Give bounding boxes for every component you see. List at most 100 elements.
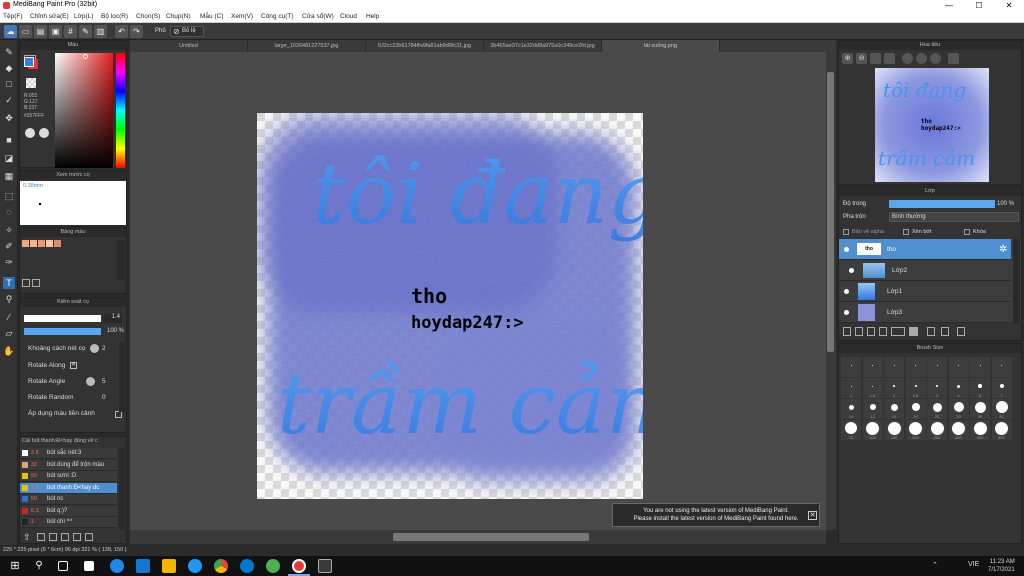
brush-size-cell[interactable]: 100 [862,420,883,440]
hand-tool-icon[interactable]: ✋ [3,345,15,357]
brush-size-value[interactable]: 1.4 [104,314,122,323]
layer-opacity-value[interactable]: 100 % [997,201,1014,207]
brush-size-cell[interactable] [927,357,947,377]
palette-swatch[interactable] [38,240,45,247]
brush-size-cell[interactable]: 150 [884,420,904,440]
minimize-button[interactable]: — [934,0,964,11]
layer-settings-icon[interactable]: ✲ [999,244,1007,255]
palette-scrollbar[interactable] [117,240,125,280]
select-pen-icon[interactable]: ✐ [3,240,15,252]
redo-button[interactable]: ↷ [130,25,143,38]
select-tool-icon[interactable]: ✓ [3,94,15,106]
spacing-knob[interactable] [90,344,99,353]
brush-list-item[interactable]: 32 bút dùng để trộn màu [20,459,117,471]
grid-icon[interactable]: # [64,25,77,38]
merge-layer-icon[interactable] [941,327,949,336]
rotate-angle-knob[interactable] [86,377,95,386]
messenger-icon[interactable] [188,559,202,573]
brush-size-slider[interactable] [24,315,101,322]
vertical-scrollbar[interactable] [826,52,836,530]
menu-edit[interactable]: Chỉnh sửa(E) [30,13,69,20]
brush-list-item[interactable]: 50 bút nc [20,494,117,505]
brush-list-item[interactable]: 1 bút chì ^^ [20,517,117,528]
new-halftone-layer-icon[interactable] [855,327,863,336]
gradient-tool-icon[interactable]: ▦ [3,170,15,182]
brush-list-scrollbar[interactable] [119,448,125,530]
brush-size-cell[interactable]: 2.5 [905,378,926,398]
brush-size-cell[interactable]: 40 [970,399,990,419]
brush-list-item[interactable]: 3.8 bút sắc nét:3 [20,448,117,459]
apply-color-checkbox[interactable] [115,411,122,418]
layer-type-dropdown[interactable] [891,327,905,336]
menu-template[interactable]: Mẫu (C) [200,13,223,20]
maximize-button[interactable]: ☐ [964,0,994,11]
tab-3b465-jpg[interactable]: 3b465ae37c1e32dd9a975a0c349ce2fd.jpg [484,40,602,52]
folder-brush-icon[interactable] [61,533,69,541]
photos-icon[interactable] [318,559,332,573]
brush-opacity-slider[interactable] [24,328,101,335]
tab-large-jpg[interactable]: large_1026481227537.jpg [248,40,366,52]
flip-icon[interactable] [948,53,959,64]
add-brush-icon[interactable] [37,533,45,541]
update-notification[interactable]: You are not using the latest version of … [612,503,820,527]
brush-list-item[interactable]: 50 bút sưni :D [20,471,117,482]
layer-row[interactable]: Lớp1 [839,281,1011,302]
palette-mode-icon[interactable] [25,128,35,138]
delete-brush-icon[interactable] [73,533,81,541]
palette-swatch[interactable] [22,240,29,247]
new-folder-icon[interactable] [909,327,918,336]
fit-screen-icon[interactable] [870,53,881,64]
rotate-along-checkbox[interactable]: ✕ [70,362,77,369]
menu-filter[interactable]: Bộ lọc(R) [101,13,128,20]
zoom-out-icon[interactable]: ⊖ [856,53,867,64]
windows-start-icon[interactable]: ⊞ [8,559,22,573]
menu-cloud[interactable]: Cloud [340,13,357,20]
visibility-icon[interactable] [844,247,849,252]
menu-file[interactable]: Tệp(F) [3,13,23,20]
magic-wand-icon[interactable]: ✧ [3,224,15,236]
tab-9j2cc-jpg[interactable]: 9J2cc22b61784ffa9fa81ab9d9fc31.jpg [366,40,484,52]
clipping-checkbox[interactable] [903,229,909,235]
eraser-tool-icon[interactable]: ◆ [3,62,15,74]
rotate-right-icon[interactable] [930,53,941,64]
copy-brush-icon[interactable] [49,533,57,541]
delete-swatch-icon[interactable] [32,279,40,287]
menu-snap[interactable]: Chụp(N) [166,13,191,20]
horizontal-scrollbar[interactable] [130,530,826,544]
navigator-thumbnail[interactable]: tôi đang tho hoydap247:> trầm cảm [875,68,989,182]
brush-size-cell[interactable]: 4 [948,378,969,398]
color-picker-cursor[interactable] [83,54,88,59]
store-icon[interactable] [136,559,150,573]
palette-swatch[interactable] [46,240,53,247]
lasso-tool-icon[interactable]: ◌ [3,206,15,218]
new-1bit-layer-icon[interactable] [867,327,875,336]
brush-list-item[interactable]: 1.4 bút thanh:Đ<hay dc [20,482,117,494]
operation-tool-icon[interactable]: ⚲ [3,293,15,305]
tab-untitled[interactable]: Untitled [130,40,248,52]
brush-size-cell[interactable]: 15 [884,399,904,419]
layer-row[interactable]: Lớp2 [839,260,1011,281]
brush-opacity-value[interactable]: 100 % [104,328,124,337]
chrome-icon[interactable] [214,559,228,573]
fill-rect-icon[interactable]: ■ [3,134,15,146]
bucket-tool-icon[interactable]: ◪ [3,152,15,164]
windows-icon[interactable] [84,561,94,571]
task-view-icon[interactable] [58,561,68,571]
primary-color-chip[interactable] [24,57,34,67]
blend-mode-select[interactable]: Bình thường [889,212,1019,222]
brush-size-cell[interactable]: 400 [970,420,990,440]
brush-size-cell[interactable]: 250 [927,420,947,440]
vertical-scroll-thumb[interactable] [827,72,834,352]
open-file-icon[interactable]: ▤ [34,25,47,38]
move-tool-icon[interactable]: ✥ [3,112,15,124]
saturation-field[interactable] [55,53,113,168]
menu-tools[interactable]: Công cụ(T) [261,13,294,20]
lock-checkbox[interactable] [964,229,970,235]
tray-chevron-icon[interactable]: ⌃ [932,561,938,569]
visibility-icon[interactable] [849,268,854,273]
brush-size-cell[interactable]: 500 [991,420,1012,440]
brush-size-cell[interactable]: 25 [927,399,947,419]
app-green-icon[interactable] [266,559,280,573]
deselect-button[interactable]: ⊘ Bỏ lệ [170,26,204,37]
visibility-icon[interactable] [844,310,849,315]
